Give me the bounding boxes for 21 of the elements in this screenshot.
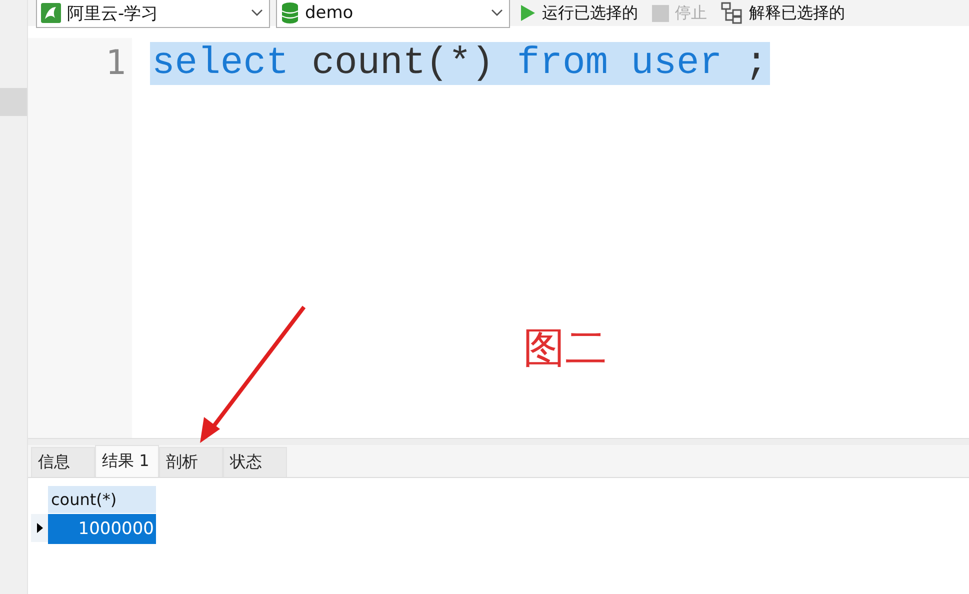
sidebar-tab[interactable]	[0, 88, 27, 116]
row-pointer-icon	[36, 523, 42, 533]
result-tab[interactable]: 信息	[31, 447, 95, 477]
database-icon	[281, 2, 299, 24]
tree-icon	[721, 2, 743, 24]
annotation-label: 图二	[523, 322, 607, 374]
column-header[interactable]: count(*)	[48, 486, 156, 513]
table-cell: 1000000	[48, 514, 156, 544]
result-tab[interactable]: 剖析	[159, 447, 223, 477]
database-dropdown[interactable]: demo	[276, 0, 510, 28]
caret-icon	[251, 9, 263, 17]
pane-splitter[interactable]	[28, 438, 969, 445]
result-tab[interactable]: 状态	[223, 447, 287, 477]
stop-icon	[652, 4, 669, 22]
run-button[interactable]: 运行已选择的	[516, 2, 642, 24]
explain-button[interactable]: 解释已选择的	[717, 2, 849, 24]
line-number: 1	[104, 43, 127, 83]
connection-dropdown[interactable]: 阿里云-学习	[36, 0, 270, 28]
play-icon	[520, 4, 536, 22]
result-tab[interactable]: 结果 1	[95, 445, 159, 477]
caret-icon	[491, 9, 503, 17]
